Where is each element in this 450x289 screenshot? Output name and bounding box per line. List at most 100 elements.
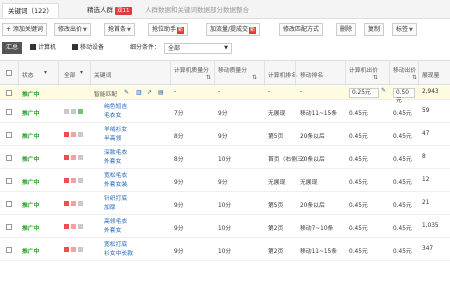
mobile-bid-value[interactable]: 0.45元 (393, 131, 412, 140)
chevron-down-icon: ▼ (409, 27, 413, 33)
chart-icon[interactable]: ▤ (158, 89, 164, 96)
pc-bid-value[interactable]: 0.45元 (349, 177, 368, 186)
col-mobile-rank: 移动排名 (300, 73, 324, 79)
tag-button[interactable]: 标签▼ (392, 23, 417, 36)
pc-rank-value: 无展现 (268, 111, 286, 117)
mobile-quality-value: 9分 (218, 180, 228, 186)
mobile-bid-input[interactable]: 0.50元 (393, 88, 415, 104)
mobile-bid-value[interactable]: 0.45元 (393, 200, 412, 209)
rank-first-button[interactable]: 抢首条▼ (104, 23, 135, 36)
smart-match-row: 推广中 智能匹配 ✎ ▥ ↗ ▤ - - - - 0.25元 ✎ 0.50元 2… (0, 86, 450, 104)
pc-bid-value[interactable]: 0.45元 (349, 223, 368, 232)
sort-icon[interactable]: ⇅ (412, 75, 417, 81)
status-label: 推广中 (22, 157, 40, 163)
row-checkbox[interactable] (6, 247, 12, 253)
mobile-bid-value[interactable]: 0.45元 (393, 177, 412, 186)
modify-bid-button[interactable]: 修改出价▼ (54, 23, 91, 36)
rank-first-label: 抢首条 (108, 26, 127, 33)
keyword-link[interactable]: 针织打底 (104, 195, 127, 203)
pc-rank-value: 无展现 (268, 180, 286, 186)
table-row[interactable]: 推广中 羊绒衫女 半高领 8分 9分 第5页 20条以后 0.45元 0.45元… (0, 124, 450, 146)
keyword-link[interactable]: 外套女 (104, 227, 121, 235)
col-all-filter[interactable]: 全部 (64, 70, 76, 79)
pc-bid-value[interactable]: 0.45元 (349, 131, 368, 140)
pc-bid-value[interactable]: 0.45元 (349, 200, 368, 209)
pc-bid-value[interactable]: 0.45元 (349, 246, 368, 255)
table-row[interactable]: 推广中 纯色短吉 毛衣女 7分 9分 无展现 移动11~15条 0.45元 0.… (0, 101, 450, 123)
keyword-link[interactable]: 外套女装 (104, 181, 127, 189)
trend-icon[interactable]: ↗ (147, 89, 152, 96)
row-checkbox[interactable] (6, 155, 12, 161)
status-dot (78, 132, 83, 137)
keyword-link[interactable]: 宽松打底 (104, 241, 127, 249)
mobile-rank-value: 移动11~15条 (300, 111, 338, 117)
condition-value: 全部 (168, 45, 181, 52)
keyword-link[interactable]: 宽松毛衣 (104, 172, 127, 180)
status-dot (71, 132, 76, 137)
mobile-bid-value[interactable]: 0.45元 (393, 108, 412, 117)
add-keyword-button[interactable]: + 添加关键词 (2, 23, 47, 36)
tab-data-merge[interactable]: 人群数据和关键词数据部分数据整合 (140, 3, 254, 18)
bid-helper-button[interactable]: 抢位助手新 (148, 23, 189, 36)
pc-bid-input[interactable]: 0.25元 (349, 88, 379, 98)
modify-match-button[interactable]: 修改匹配方式 (279, 23, 324, 36)
impressions-value: 12 (422, 177, 430, 183)
table-row[interactable]: 推广中 深款毛衣 外套女 8分 10分 首页（右侧三） 20条以后 0.45元 … (0, 147, 450, 169)
row-checkbox[interactable] (6, 132, 12, 138)
impressions-value: 8 (422, 154, 426, 160)
status-dot (78, 201, 83, 206)
chart-icon[interactable]: ▥ (136, 89, 142, 96)
keyword-link[interactable]: 加厚 (104, 204, 116, 212)
keyword-link[interactable]: 纯色短吉 (104, 103, 127, 111)
copy-button[interactable]: 复制 (364, 23, 385, 36)
pc-rank-value: 第5页 (268, 134, 284, 140)
sort-icon[interactable]: ⇅ (252, 75, 257, 81)
delete-button[interactable]: 删除 (336, 23, 357, 36)
keyword-link[interactable]: 羊绒衫女 (104, 126, 127, 134)
mobile-bid-value[interactable]: 0.45元 (393, 223, 412, 232)
col-impressions: 展现量 (422, 73, 440, 79)
status-dot (64, 155, 69, 160)
mobile-bid-value[interactable]: 0.45元 (393, 154, 412, 163)
sort-icon[interactable]: ▾ (44, 70, 47, 76)
tab-keywords[interactable]: 关键词（122） (2, 3, 59, 18)
row-checkbox[interactable] (6, 90, 12, 96)
select-all-checkbox[interactable] (6, 70, 12, 76)
status-label: 推广中 (22, 92, 40, 98)
pc-rank-value: 第5页 (268, 203, 284, 209)
keyword-link[interactable]: 深款毛衣 (104, 149, 127, 157)
total-toggle[interactable]: 汇总 (2, 42, 23, 54)
edit-icon[interactable]: ✎ (124, 89, 129, 96)
mobile-toggle[interactable]: 移动设备 (68, 42, 108, 54)
table-row[interactable]: 推广中 针织打底 加厚 9分 10分 第5页 20条以后 0.45元 0.45元… (0, 193, 450, 215)
edit-icon[interactable]: ✎ (381, 87, 386, 94)
keyword-link[interactable]: 高领毛衣 (104, 218, 127, 226)
row-checkbox[interactable] (6, 109, 12, 115)
pc-bid-value[interactable]: 0.45元 (349, 108, 368, 117)
condition-select[interactable]: 全部 ▼ (164, 43, 232, 54)
table-row[interactable]: 推广中 高领毛衣 外套女 9分 10分 第2页 移动7~10条 0.45元 0.… (0, 216, 450, 238)
sort-icon[interactable]: ⇅ (206, 75, 211, 81)
toolbar: + 添加关键词 修改出价▼ 抢首条▼ 抢位助手新 加流量/提成交新 修改匹配方式… (0, 21, 450, 38)
table-row[interactable]: 推广中 宽松打底 衫女中长款 9分 10分 第2页 移动11~15条 0.45元… (0, 239, 450, 261)
table-row[interactable]: 推广中 宽松毛衣 外套女装 9分 9分 无展现 无展现 0.45元 0.45元 … (0, 170, 450, 192)
computer-toggle[interactable]: 计算机 (26, 42, 60, 54)
mobile-bid-value[interactable]: 0.45元 (393, 246, 412, 255)
tab-selected-crowd[interactable]: 精选人群 双11 (82, 3, 137, 18)
keyword-link[interactable]: 毛衣女 (104, 112, 121, 120)
keyword-link[interactable]: 半高领 (104, 135, 121, 143)
filter-bar: 汇总 计算机 移动设备 细分条件： 全部 ▼ (0, 40, 450, 56)
pc-rank-value: 第2页 (268, 226, 284, 232)
add-traffic-button[interactable]: 加流量/提成交新 (206, 23, 261, 36)
keyword-link[interactable]: 外套女 (104, 158, 121, 166)
row-checkbox[interactable] (6, 178, 12, 184)
chevron-down-icon: ▼ (83, 27, 87, 33)
impressions-value: 21 (422, 200, 430, 206)
keyword-link[interactable]: 衫女中长款 (104, 250, 133, 258)
pc-bid-value[interactable]: 0.45元 (349, 154, 368, 163)
sort-icon[interactable]: ⇅ (373, 75, 378, 81)
row-checkbox[interactable] (6, 201, 12, 207)
row-checkbox[interactable] (6, 224, 12, 230)
computer-label: 计算机 (38, 44, 57, 51)
col-state: 状态 (22, 73, 34, 79)
